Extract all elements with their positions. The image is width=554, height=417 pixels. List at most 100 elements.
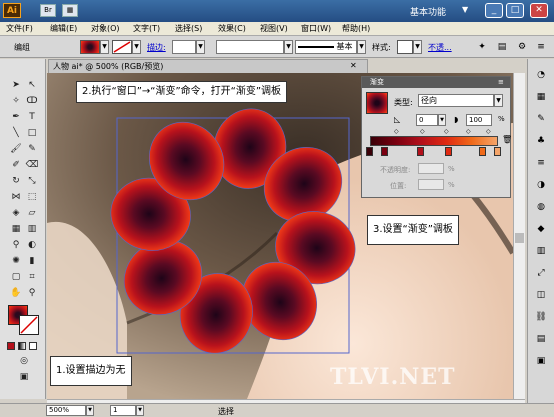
angle-field[interactable]: 0 (416, 114, 438, 126)
line-tool-icon[interactable]: ╲ (9, 127, 23, 140)
brushes-panel-icon[interactable]: ✎ (534, 113, 548, 126)
vertical-scrollbar[interactable] (513, 73, 525, 399)
rectangle-tool-icon[interactable]: □ (25, 127, 39, 140)
aspect-ratio-field[interactable]: 100 (466, 114, 492, 126)
menu-select[interactable]: 选择(S) (175, 23, 202, 34)
mesh-tool-icon[interactable]: ▦ (9, 223, 23, 236)
menu-window[interactable]: 窗口(W) (301, 23, 331, 34)
graphic-style-dropdown[interactable]: ▼ (413, 40, 422, 54)
recolor-icon[interactable]: ✦ (475, 41, 489, 53)
perspective-grid-tool-icon[interactable]: ▱ (25, 207, 39, 220)
lasso-tool-icon[interactable]: ↀ (25, 95, 39, 108)
angle-dropdown[interactable]: ▼ (438, 114, 446, 126)
fill-swatch[interactable] (80, 40, 100, 54)
align-icon[interactable]: ▤ (495, 41, 509, 53)
artboard-tool-icon[interactable]: ▢ (9, 271, 23, 284)
appearance-panel-icon[interactable]: ◍ (534, 201, 548, 214)
pen-tool-icon[interactable]: ✒ (9, 111, 23, 124)
gradient-stop[interactable] (445, 147, 453, 156)
zoom-field[interactable]: 500% (46, 405, 86, 416)
midpoint-track[interactable]: ◇ ◇ ◇ ◇ ◇ (368, 128, 502, 135)
document-tab[interactable]: 人物 ai* @ 500% (RGB/预览) (48, 59, 368, 73)
rotate-tool-icon[interactable]: ↻ (9, 175, 23, 188)
gradient-tool-icon[interactable]: ▥ (25, 223, 39, 236)
gradient-stop[interactable] (494, 147, 501, 156)
settings-icon[interactable]: ⚙ (515, 41, 529, 53)
gradient-stop[interactable] (381, 147, 389, 156)
stroke-panel-icon[interactable]: ≡ (534, 157, 548, 170)
scale-tool-icon[interactable]: ⤡ (25, 175, 39, 188)
menu-view[interactable]: 视图(V) (260, 23, 288, 34)
chevron-down-icon[interactable]: ▼ (462, 5, 468, 14)
variable-width-dropdown[interactable]: ▼ (284, 40, 293, 54)
menu-effect[interactable]: 效果(C) (218, 23, 246, 34)
opacity-field[interactable] (418, 163, 444, 174)
zoom-dropdown[interactable]: ▼ (86, 405, 94, 416)
stroke-weight-field[interactable] (172, 40, 196, 54)
transparency-panel-icon[interactable]: ◑ (534, 179, 548, 192)
close-button[interactable]: ✕ (530, 3, 548, 18)
gradient-mode-icon[interactable] (18, 342, 26, 350)
transform-panel-icon[interactable]: ⤢ (534, 267, 548, 280)
eraser-tool-icon[interactable]: ⌫ (25, 159, 39, 172)
gradient-stop[interactable] (417, 147, 425, 156)
artboard-number-field[interactable]: 1 (110, 405, 136, 416)
stroke-weight-dropdown[interactable]: ▼ (196, 40, 205, 54)
variable-width-field[interactable] (216, 40, 284, 54)
brush-field[interactable]: 基本 (295, 40, 357, 54)
artboard-dropdown[interactable]: ▼ (136, 405, 144, 416)
blob-brush-tool-icon[interactable]: ✐ (9, 159, 23, 172)
artboards-panel-icon[interactable]: ▣ (534, 355, 548, 368)
scroll-thumb[interactable] (515, 233, 524, 243)
pencil-tool-icon[interactable]: ✎ (25, 143, 39, 156)
fill-dropdown[interactable]: ▼ (100, 40, 109, 54)
chevron-down-icon[interactable]: ▼ (494, 94, 503, 107)
stroke-label[interactable]: 描边: (147, 42, 166, 53)
draw-mode-icon[interactable]: ◎ (17, 355, 31, 368)
gradient-stop[interactable] (478, 147, 486, 156)
free-transform-tool-icon[interactable]: ⬚ (25, 191, 39, 204)
menu-edit[interactable]: 编辑(E) (50, 23, 77, 34)
color-panel-icon[interactable]: ◔ (534, 69, 548, 82)
opacity-link[interactable]: 不透... (428, 42, 452, 53)
stroke-swatch[interactable] (112, 40, 132, 54)
zoom-tool-icon[interactable]: ⚲ (25, 287, 39, 300)
gradient-slider[interactable] (370, 136, 498, 146)
shape-builder-tool-icon[interactable]: ◈ (9, 207, 23, 220)
minimize-button[interactable]: _ (485, 3, 503, 18)
gradient-panel-title[interactable]: 渐变 (362, 77, 510, 88)
panel-menu-icon[interactable]: ≡ (498, 78, 504, 86)
hand-tool-icon[interactable]: ✋ (9, 287, 23, 300)
workspace-switcher[interactable]: 基本功能 (410, 5, 446, 18)
links-panel-icon[interactable]: ⛓ (534, 311, 548, 324)
blend-tool-icon[interactable]: ◐ (25, 239, 39, 252)
column-graph-tool-icon[interactable]: ▮ (25, 255, 39, 268)
symbols-panel-icon[interactable]: ♣ (534, 135, 548, 148)
bridge-icon[interactable]: Br (40, 4, 56, 17)
slice-tool-icon[interactable]: ⌗ (25, 271, 39, 284)
trash-icon[interactable]: 🗑 (502, 135, 512, 144)
stroke-color-icon[interactable] (19, 315, 39, 335)
symbol-sprayer-tool-icon[interactable]: ✺ (9, 255, 23, 268)
selection-tool-icon[interactable]: ➤ (9, 79, 23, 92)
direct-selection-tool-icon[interactable]: ↖ (25, 79, 39, 92)
gradient-stop[interactable] (366, 147, 373, 156)
stroke-dropdown[interactable]: ▼ (132, 40, 141, 54)
gradient-type-select[interactable]: 径向 (418, 94, 494, 107)
paintbrush-tool-icon[interactable]: 🖌 (9, 143, 23, 156)
location-field[interactable] (418, 179, 444, 190)
brush-dropdown[interactable]: ▼ (357, 40, 366, 54)
close-icon[interactable]: ✕ (350, 61, 357, 70)
screen-mode-icon[interactable]: ▣ (17, 371, 31, 384)
type-tool-icon[interactable]: T (25, 111, 39, 124)
graphic-styles-panel-icon[interactable]: ◆ (534, 223, 548, 236)
restore-button[interactable]: □ (506, 3, 524, 18)
options-menu-icon[interactable]: ≡ (534, 41, 548, 53)
gradient-preview-swatch[interactable] (366, 92, 388, 114)
swatches-panel-icon[interactable]: ▦ (534, 91, 548, 104)
none-mode-icon[interactable] (29, 342, 37, 350)
layers-panel-icon[interactable]: ▤ (534, 333, 548, 346)
align-panel-icon[interactable]: ▥ (534, 245, 548, 258)
magic-wand-tool-icon[interactable]: ✧ (9, 95, 23, 108)
menu-object[interactable]: 对象(O) (91, 23, 120, 34)
